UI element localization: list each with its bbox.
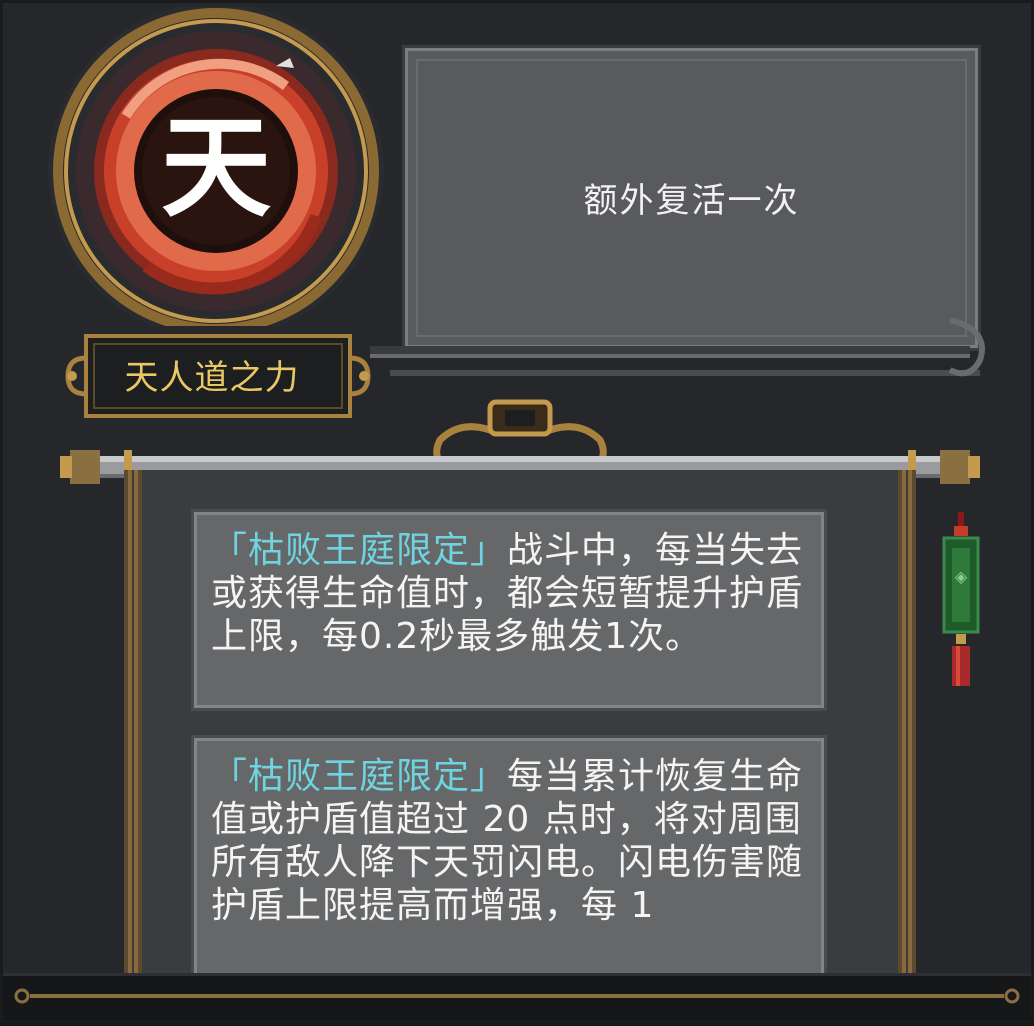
effect-tag-2: 「枯败王庭限定」 — [211, 756, 508, 797]
blessing-description: 额外复活一次 — [583, 181, 800, 221]
tianren-emblem-icon: 天 — [48, 6, 384, 326]
jade-tassel-icon: ◈ — [942, 512, 980, 686]
bottom-frame — [0, 973, 1034, 1026]
effect-text-2: 「枯败王庭限定」每当累计恢复生命值或护盾值超过 20 点时，将对周围所有敌人降下… — [211, 756, 804, 926]
emblem-glyph: 天 — [161, 103, 271, 232]
effect-tag-1: 「枯败王庭限定」 — [211, 530, 508, 571]
panel-scroll-ornament — [370, 317, 985, 377]
svg-text:◈: ◈ — [955, 567, 968, 586]
effect-text-1: 「枯败王庭限定」战斗中，每当失去或获得生命值时，都会短暂提升护盾上限，每0.2秒… — [211, 530, 804, 657]
effect-card-2: 「枯败王庭限定」每当累计恢复生命值或护盾值超过 20 点时，将对周围所有敌人降下… — [194, 738, 824, 975]
effects-scroll[interactable]: 「枯败王庭限定」战斗中，每当失去或获得生命值时，都会短暂提升护盾上限，每0.2秒… — [124, 470, 916, 975]
effect-card-1: 「枯败王庭限定」战斗中，每当失去或获得生命值时，都会短暂提升护盾上限，每0.2秒… — [194, 512, 824, 708]
